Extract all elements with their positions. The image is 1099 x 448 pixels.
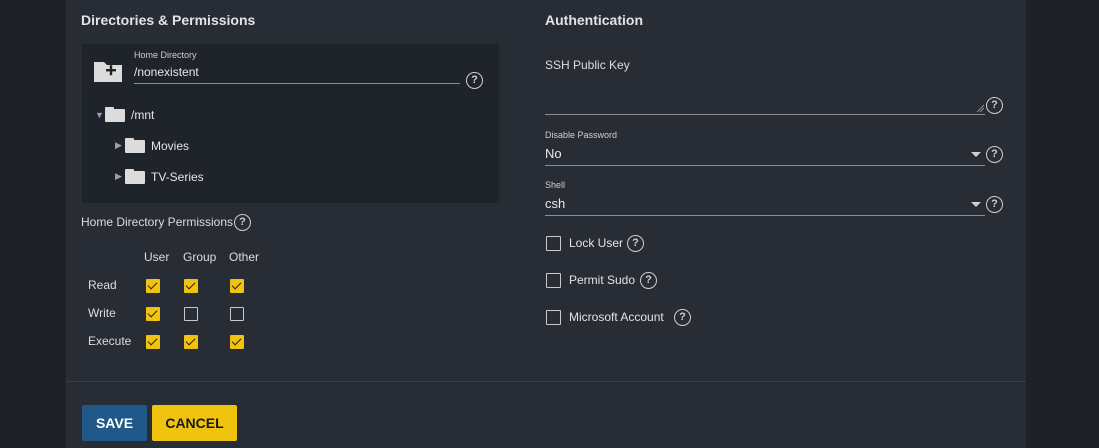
form-divider [66,381,1026,382]
caret-right-icon[interactable]: ▶ [115,140,125,151]
lock-user-checkbox[interactable] [546,236,561,251]
perm-row-execute: Execute [88,334,132,348]
microsoft-account-label: Microsoft Account [569,310,664,324]
home-directory-label: Home Directory [134,50,197,60]
disable-password-select[interactable]: No [545,146,562,161]
directories-section-title: Directories & Permissions [81,12,256,28]
tree-node-movies[interactable]: ▶ Movies [115,138,189,153]
perm-col-group: Group [183,250,217,264]
folder-icon [105,107,125,122]
lock-user-help-icon[interactable]: ? [627,235,644,252]
ssh-key-label: SSH Public Key [545,58,630,72]
permissions-help-icon[interactable]: ? [234,214,251,231]
perm-checkbox-write-group[interactable] [184,307,198,321]
perm-col-user: User [144,250,170,264]
perm-checkbox-read-user[interactable] [146,279,160,293]
permit-sudo-label: Permit Sudo [569,273,636,287]
home-directory-help-icon[interactable]: ? [466,72,483,89]
perm-checkbox-write-user[interactable] [146,307,160,321]
ssh-key-help-icon[interactable]: ? [986,97,1003,114]
dropdown-arrow-icon[interactable] [971,202,981,207]
tree-node-label: Movies [151,138,190,153]
folder-icon [125,169,145,184]
home-directory-underline [134,83,460,84]
ssh-key-underline [545,114,985,115]
microsoft-account-help-icon[interactable]: ? [674,309,691,326]
tree-node-label: TV-Series [151,169,204,184]
perm-col-other: Other [229,250,260,264]
perm-checkbox-write-other[interactable] [230,307,244,321]
shell-select[interactable]: csh [545,196,565,211]
perm-checkbox-read-other[interactable] [230,279,244,293]
perm-checkbox-read-group[interactable] [184,279,198,293]
perm-row-write: Write [88,306,116,320]
caret-down-icon[interactable]: ▼ [95,110,105,120]
tree-node-tv-series[interactable]: ▶ TV-Series [115,169,204,184]
lock-user-label: Lock User [569,236,624,250]
disable-password-underline [545,165,985,166]
perm-checkbox-execute-other[interactable] [230,335,244,349]
caret-right-icon[interactable]: ▶ [115,171,125,182]
shell-help-icon[interactable]: ? [986,196,1003,213]
permissions-label: Home Directory Permissions [81,215,234,229]
user-form-card: Directories & Permissions Home Directory… [66,0,1026,448]
resize-handle-icon[interactable] [976,104,984,112]
dropdown-arrow-icon[interactable] [971,152,981,157]
tree-node-label: /mnt [131,107,155,122]
home-directory-explorer: Home Directory /nonexistent ? ▼ /mnt ▶ M… [82,44,499,203]
save-button[interactable]: SAVE [82,405,147,441]
folder-icon [125,138,145,153]
tree-node-mnt[interactable]: ▼ /mnt [95,107,154,122]
disable-password-label: Disable Password [545,130,618,140]
perm-row-read: Read [88,278,117,292]
cancel-button[interactable]: CANCEL [152,405,237,441]
folder-add-icon[interactable] [93,59,123,83]
disable-password-help-icon[interactable]: ? [986,146,1003,163]
microsoft-account-checkbox[interactable] [546,310,561,325]
home-directory-input[interactable]: /nonexistent [134,65,199,79]
perm-checkbox-execute-group[interactable] [184,335,198,349]
permit-sudo-help-icon[interactable]: ? [640,272,657,289]
permit-sudo-checkbox[interactable] [546,273,561,288]
perm-checkbox-execute-user[interactable] [146,335,160,349]
shell-label: Shell [545,180,566,190]
authentication-section-title: Authentication [545,12,643,28]
shell-underline [545,215,985,216]
